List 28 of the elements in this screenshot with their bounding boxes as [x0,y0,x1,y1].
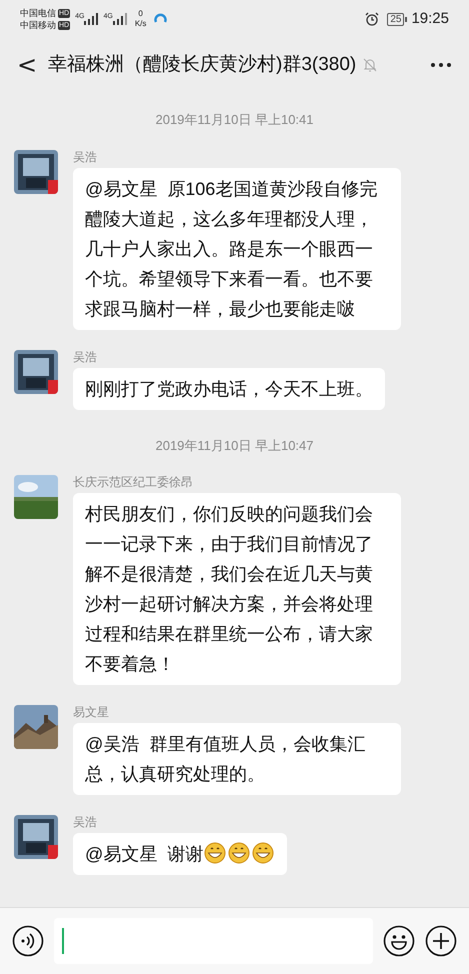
loading-ring-icon [154,12,168,26]
alarm-icon [365,12,380,26]
battery-indicator: 25 [387,12,404,26]
chat-title: 幸福株洲（醴陵长庆黄沙村)群3(380) [48,52,356,77]
sender-name: 长庆示范区纪工委徐昂 [73,475,193,489]
clock-time: 19:25 [411,8,449,29]
voice-icon[interactable] [12,925,44,957]
message-bubble: @易文星 谢谢 [73,833,288,875]
carrier-name: 中国电信 [20,7,56,19]
sender-name: 吴浩 [73,815,97,829]
back-button[interactable]: < [14,53,40,77]
signal-icon [112,13,127,25]
message-input-field[interactable] [54,918,373,964]
message-bubble: 刚刚打了党政办电话，今天不上班。 [73,368,385,410]
message-bubble: @易文星 原106老国道黄沙段自修完醴陵大道起，这么多年理都没人理，几十户人家出入。路是东一个眼西一个坑。希望领导下来看一看。也不要求跟马脑村一样，最少也要能走啵 [73,168,401,330]
emoji-icon[interactable] [383,925,415,957]
sender-name: 吴浩 [73,150,97,164]
carrier-name: 中国移动 [20,19,56,31]
speed-value: 0 [138,9,143,19]
message-bubble: @吴浩 群里有值班人员，会收集汇总，认真研究处理的。 [73,723,401,795]
timestamp: 2019年11月10日 早上10:47 [155,436,314,454]
plus-icon[interactable] [425,925,457,957]
speed-unit: K/s [134,19,146,29]
sender-name: 易文星 [73,705,109,719]
message-bubble: 村民朋友们，你们反映的问题我们会一一记录下来，由于我们目前情况了解不是很清楚，我们会在近几天与黄沙村一起研讨解决方案，并会将处理过程和结果在群里统一公布，请大家不要着急！ [73,493,401,685]
signal-icon [84,13,98,25]
timestamp: 2019年11月10日 早上10:41 [155,111,314,129]
sender-name: 吴浩 [73,350,97,364]
